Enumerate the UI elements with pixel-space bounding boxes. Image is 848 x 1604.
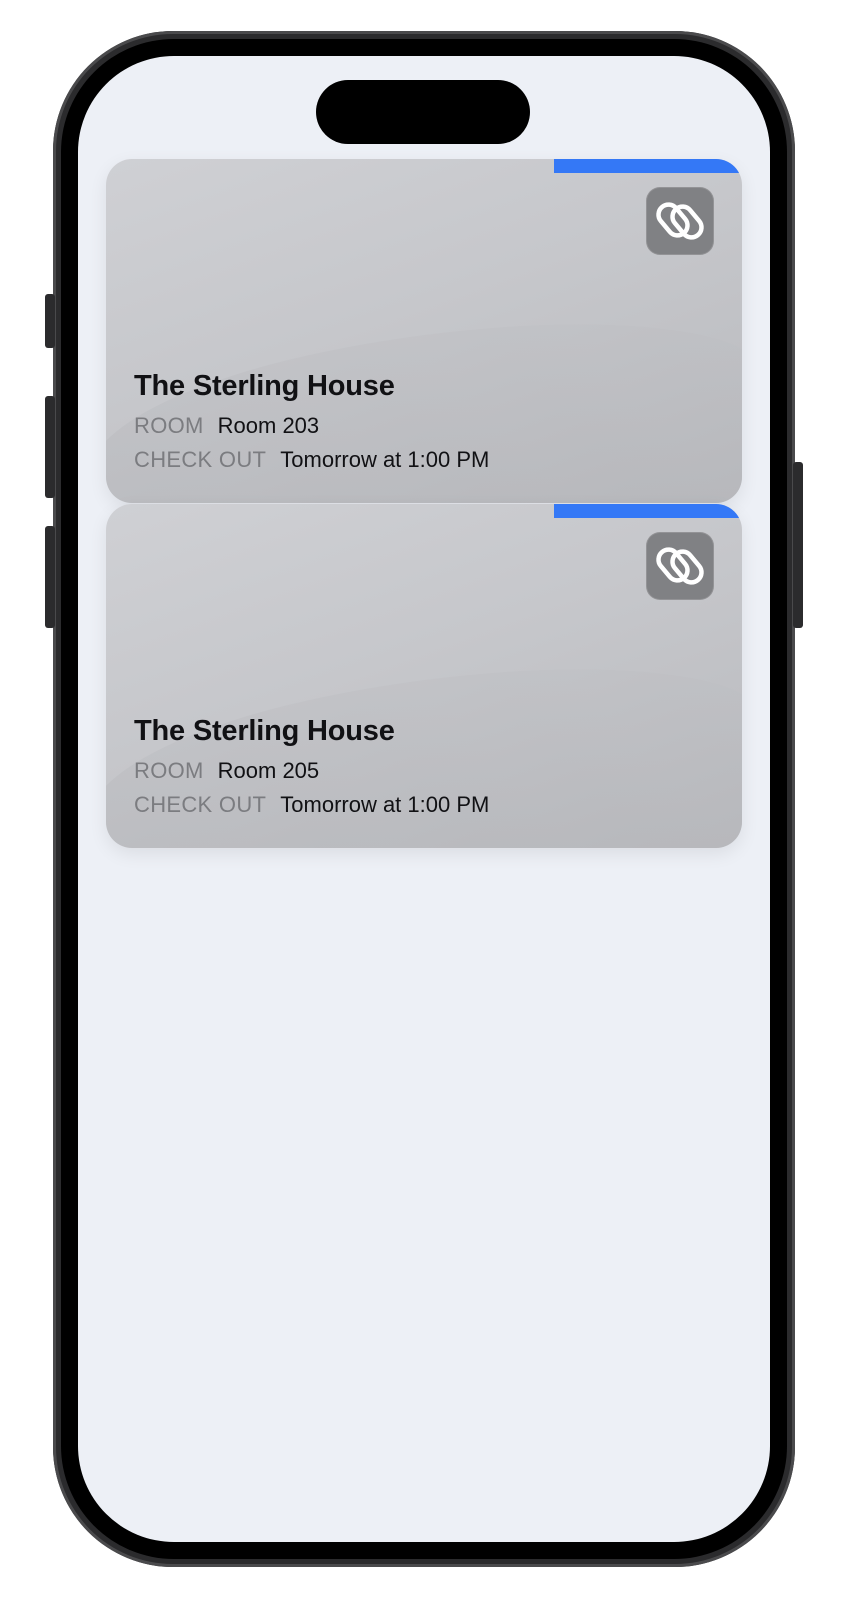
checkout-label: CHECK OUT [134, 447, 267, 472]
checkout-label: CHECK OUT [134, 792, 267, 817]
sterling-link-logo-icon [646, 187, 714, 255]
checkout-value: Tomorrow at 1:00 PM [280, 447, 490, 472]
hotel-name: The Sterling House [134, 370, 395, 402]
checkout-value: Tomorrow at 1:00 PM [280, 792, 490, 817]
room-row: ROOM Room 205 [134, 754, 489, 788]
hotel-name: The Sterling House [134, 715, 395, 747]
card-accent-bar [554, 504, 742, 518]
sterling-link-logo-icon [646, 532, 714, 600]
screen: The Sterling House ROOM Room 203 CHECK OU… [78, 56, 770, 1542]
room-label: ROOM [134, 758, 204, 783]
room-value: Room 203 [217, 413, 320, 438]
dynamic-island [316, 80, 530, 144]
checkout-row: CHECK OUT Tomorrow at 1:00 PM [134, 788, 489, 822]
card-details: The Sterling House ROOM Room 203 CHECK OU… [134, 370, 489, 477]
room-key-card[interactable]: The Sterling House ROOM Room 203 CHECK OU… [106, 159, 742, 503]
room-value: Room 205 [217, 758, 320, 783]
room-key-card[interactable]: The Sterling House ROOM Room 205 CHECK OU… [106, 504, 742, 848]
card-accent-bar [554, 159, 742, 173]
card-details: The Sterling House ROOM Room 205 CHECK OU… [134, 715, 489, 822]
checkout-row: CHECK OUT Tomorrow at 1:00 PM [134, 443, 489, 477]
room-label: ROOM [134, 413, 204, 438]
room-row: ROOM Room 203 [134, 409, 489, 443]
